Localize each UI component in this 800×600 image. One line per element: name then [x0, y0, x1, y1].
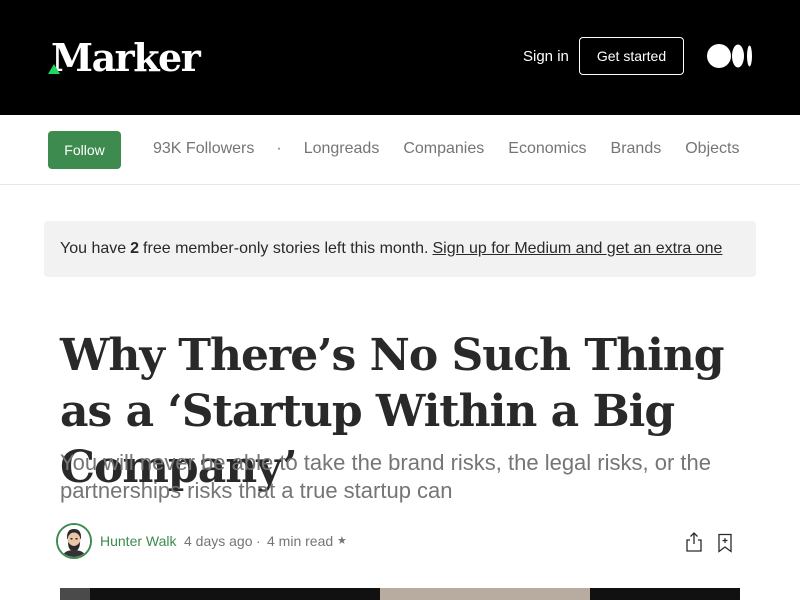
article-meta: Hunter Walk 4 days ago · 4 min read ★ [56, 523, 746, 559]
meta-separator: · [256, 533, 261, 549]
nav-items: 93K Followers · Longreads Companies Econ… [153, 139, 763, 159]
banner-count: 2 [130, 240, 140, 257]
logo-text: Marker [51, 35, 201, 80]
avatar-portrait-icon [58, 525, 90, 557]
hero-image [60, 588, 740, 600]
member-stories-banner: You have 2 free member-only stories left… [44, 221, 756, 277]
member-only-star-icon: ★ [337, 535, 347, 547]
nav-link-economics[interactable]: Economics [508, 139, 586, 159]
followers-count[interactable]: 93K Followers [153, 139, 254, 159]
publication-logo[interactable]: Marker [48, 35, 201, 80]
medium-logo-icon[interactable] [707, 44, 753, 68]
share-icon[interactable] [684, 531, 704, 553]
sign-up-link[interactable]: Sign up for Medium and get an extra one [432, 240, 722, 258]
author-avatar[interactable] [56, 523, 92, 559]
hero-image-left-region [60, 588, 90, 600]
get-started-button[interactable]: Get started [579, 37, 684, 75]
sign-in-link[interactable]: Sign in [523, 47, 569, 67]
author-name[interactable]: Hunter Walk [100, 533, 177, 549]
hero-image-center-region [380, 588, 590, 600]
top-bar: Marker Sign in Get started [0, 0, 800, 115]
bookmark-icon[interactable] [717, 533, 733, 553]
nav-link-longreads[interactable]: Longreads [304, 139, 380, 159]
nav-link-objects[interactable]: Objects [685, 139, 739, 159]
publication-nav: Follow 93K Followers · Longreads Compani… [0, 115, 800, 185]
nav-link-brands[interactable]: Brands [611, 139, 662, 159]
nav-link-companies[interactable]: Companies [403, 139, 484, 159]
banner-suffix: free member-only stories left this month… [143, 240, 429, 257]
logo-triangle-icon [48, 64, 60, 74]
banner-prefix: You have [60, 240, 127, 257]
read-time: 4 min read [267, 533, 334, 549]
follow-button[interactable]: Follow [48, 131, 121, 169]
article-subtitle: You will never be able to take the brand… [60, 450, 711, 503]
nav-separator: · [276, 140, 282, 157]
publish-date[interactable]: 4 days ago [184, 533, 253, 549]
